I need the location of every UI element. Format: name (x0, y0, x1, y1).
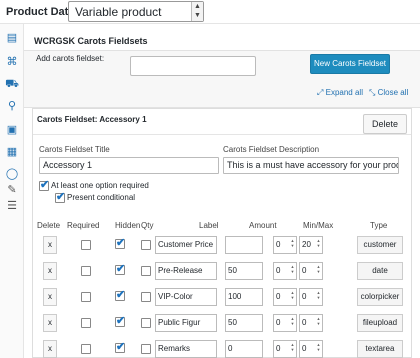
table-row: x Pre-Release 50 00 date (33, 259, 411, 285)
label-input[interactable]: VIP-Color (155, 288, 217, 306)
type-button[interactable]: colorpicker (357, 288, 403, 306)
col-type: Type (370, 221, 388, 230)
label-input[interactable]: Customer Price (155, 236, 217, 254)
expand-all-label: Expand all (325, 88, 363, 97)
inventory-icon[interactable]: ⌘ (4, 54, 20, 70)
max-input[interactable]: 0 (299, 288, 323, 306)
col-required: Required (67, 221, 100, 230)
expand-all-link[interactable]: ⤢ Expand all (317, 88, 363, 98)
qty-checkbox[interactable] (141, 240, 151, 250)
carots-icon[interactable]: ◯ (4, 166, 20, 182)
label-input[interactable]: Public Figur (155, 314, 217, 332)
max-input[interactable]: 20 (299, 236, 323, 254)
required-checkbox[interactable] (81, 292, 91, 302)
product-data-header: Product Data — Variable product ▲ ▼ (0, 0, 420, 24)
required-checkbox[interactable] (81, 318, 91, 328)
amount-input[interactable]: 100 (225, 288, 263, 306)
amount-input[interactable]: 50 (225, 314, 263, 332)
advanced-icon[interactable]: ☰ (4, 198, 20, 214)
col-label: Label (199, 221, 219, 230)
type-button[interactable]: customer (357, 236, 403, 254)
opt1-checkbox[interactable] (39, 178, 49, 191)
delete-row-button[interactable]: x (43, 236, 57, 254)
hidden-checkbox[interactable] (115, 236, 125, 249)
description-field[interactable]: This is a must have accessory for your p… (223, 157, 399, 174)
hidden-checkbox[interactable] (115, 288, 125, 301)
min-input[interactable]: 0 (273, 236, 297, 254)
table-row: x Customer Price 020 customer (33, 233, 411, 259)
type-button[interactable]: date (357, 262, 403, 280)
product-type-select[interactable]: Variable product ▲ ▼ (68, 1, 204, 22)
min-input[interactable]: 0 (273, 288, 297, 306)
carots-panel: WCRGSK Carots Fieldsets Add carots field… (24, 24, 420, 358)
table-row: x Public Figur 50 00 fileupload (33, 311, 411, 337)
hidden-checkbox[interactable] (115, 262, 125, 275)
product-data-tabs: ▤ ⌘ ⛟ ⚲ ▣ ▦ ◯ ✎ ☰ (0, 24, 24, 358)
table-row: x VIP-Color 100 00 colorpicker (33, 285, 411, 311)
fieldset-box: Carots Fieldset: Accessory 1 Delete Caro… (32, 108, 412, 358)
col-hidden: Hidden (115, 221, 141, 230)
type-button[interactable]: fileupload (357, 314, 403, 332)
label-input[interactable]: Remarks (155, 340, 217, 358)
fieldset-header[interactable]: Carots Fieldset: Accessory 1 Delete (33, 109, 411, 135)
qty-checkbox[interactable] (141, 318, 151, 328)
select-arrows-icon: ▲ ▼ (191, 2, 203, 21)
amount-input[interactable]: 0 (225, 340, 263, 358)
qty-checkbox[interactable] (141, 266, 151, 276)
linked-products-icon[interactable]: ⚲ (4, 98, 20, 114)
close-all-label: Close all (377, 88, 409, 97)
title-field-label: Carots Fieldset Title (39, 145, 110, 154)
delete-row-button[interactable]: x (43, 314, 57, 332)
brush-icon[interactable]: ✎ (4, 182, 20, 198)
delete-row-button[interactable]: x (43, 340, 57, 358)
col-minmax: Min/Max (303, 221, 334, 230)
amount-input[interactable] (225, 236, 263, 254)
hidden-checkbox[interactable] (115, 314, 125, 327)
add-fieldset-input[interactable] (130, 56, 256, 76)
shipping-icon[interactable]: ⛟ (4, 76, 20, 92)
table-row: xRemarks000textarea (33, 337, 411, 358)
min-input[interactable]: 0 (273, 314, 297, 332)
variations-icon[interactable]: ▦ (4, 144, 20, 160)
min-input[interactable]: 0 (273, 340, 297, 358)
delete-fieldset-button[interactable]: Delete (363, 114, 407, 134)
attributes-icon[interactable]: ▣ (4, 122, 20, 138)
type-button[interactable]: textarea (357, 340, 403, 358)
collapse-icon: ⤡ (369, 88, 378, 97)
close-all-link[interactable]: ⤡ Close all (369, 88, 408, 98)
delete-row-button[interactable]: x (43, 288, 57, 306)
product-type-value: Variable product (75, 5, 162, 19)
expand-icon: ⤢ (317, 88, 326, 97)
hidden-checkbox[interactable] (115, 340, 125, 353)
new-fieldset-button[interactable]: New Carots Fieldset (310, 54, 390, 74)
required-checkbox[interactable] (81, 266, 91, 276)
amount-input[interactable]: 50 (225, 262, 263, 280)
title-field[interactable]: Accessory 1 (39, 157, 219, 174)
opt1-label: At least one option required (51, 181, 149, 190)
general-icon[interactable]: ▤ (4, 30, 20, 46)
delete-row-button[interactable]: x (43, 262, 57, 280)
qty-checkbox[interactable] (141, 344, 151, 354)
description-field-label: Carots Fieldset Description (223, 145, 320, 154)
product-data-metabox: Product Data — Variable product ▲ ▼ ▤ ⌘ ⛟… (0, 0, 420, 358)
section-title: WCRGSK Carots Fieldsets (34, 36, 148, 46)
qty-checkbox[interactable] (141, 292, 151, 302)
label-input[interactable]: Pre-Release (155, 262, 217, 280)
max-input[interactable]: 0 (299, 262, 323, 280)
add-fieldset-label: Add carots fieldset: (36, 54, 105, 63)
fieldset-title: Carots Fieldset: Accessory 1 (37, 115, 147, 124)
col-amount: Amount (249, 221, 277, 230)
required-checkbox[interactable] (81, 344, 91, 354)
opt2-label: Present conditional (67, 193, 136, 202)
max-input[interactable]: 0 (299, 314, 323, 332)
col-delete: Delete (37, 221, 61, 230)
col-qty: Qty (141, 221, 154, 230)
max-input[interactable]: 0 (299, 340, 323, 358)
opt2-checkbox[interactable] (55, 190, 65, 203)
min-input[interactable]: 0 (273, 262, 297, 280)
required-checkbox[interactable] (81, 240, 91, 250)
